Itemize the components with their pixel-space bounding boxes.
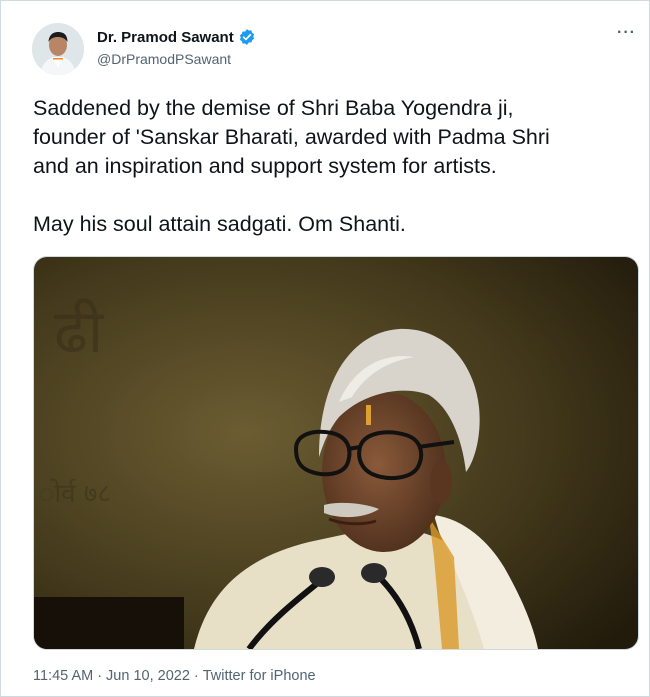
tweet-text: Saddened by the demise of Shri Baba Yoge… [33,94,633,239]
author-handle[interactable]: @DrPramodPSawant [97,51,231,67]
tweet-text-line: founder of 'Sanskar Bharati, awarded wit… [33,125,550,149]
svg-text:ढी: ढी [54,297,105,367]
tweet-source: Twitter for iPhone [202,668,316,684]
tweet-time[interactable]: 11:45 AM [33,668,93,684]
photo-of-speaker: ढी ोर्व ७८ [34,257,638,649]
tweet-text-line: Saddened by the demise of Shri Baba Yoge… [33,96,514,120]
tweet-date[interactable]: Jun 10, 2022 [106,668,190,684]
verified-badge-icon [239,29,254,45]
tweet-text-line: May his soul attain sadgati. Om Shanti. [33,212,406,236]
more-options-icon[interactable]: ··· [617,24,636,42]
avatar-image [32,23,84,75]
author-display-name[interactable]: Dr. Pramod Sawant [97,29,234,46]
tweet-photo[interactable]: ढी ोर्व ७८ [33,256,639,650]
svg-text:ोर्व ७८: ोर्व ७८ [39,478,111,509]
separator: · [97,668,103,684]
separator: · [193,668,199,684]
tweet-text-line: and an inspiration and support system fo… [33,154,497,178]
tweet-metadata: 11:45 AM · Jun 10, 2022 · Twitter for iP… [33,668,316,684]
avatar[interactable] [32,23,84,75]
